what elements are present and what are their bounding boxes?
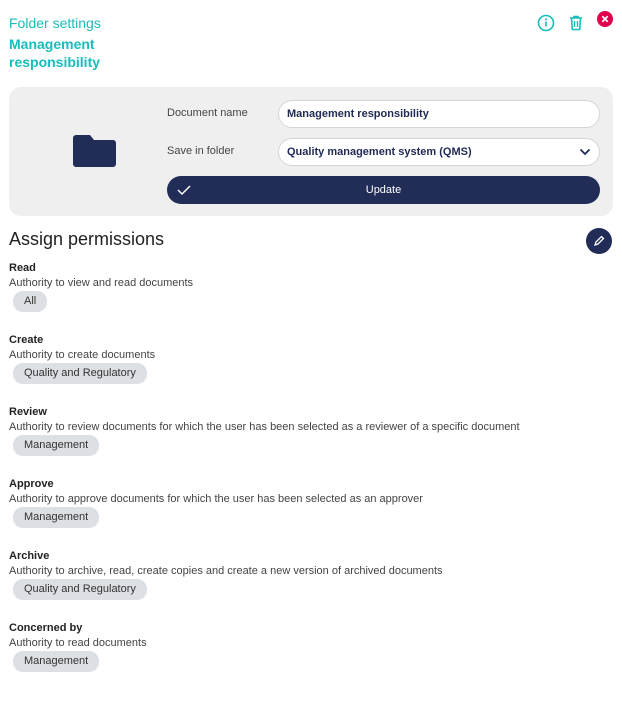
folder-name-heading: Management responsibility — [9, 36, 101, 70]
assign-permissions-heading: Assign permissions — [9, 229, 165, 249]
check-icon — [177, 185, 191, 196]
permission-title: Read — [9, 262, 36, 274]
info-icon[interactable] — [537, 14, 555, 32]
document-name-label: Document name — [167, 107, 248, 119]
permission-description: Authority to archive, read, create copie… — [9, 565, 443, 577]
permission-title: Concerned by — [9, 622, 83, 634]
permission-description: Authority to approve documents for which… — [9, 493, 423, 505]
update-label: Update — [365, 184, 402, 196]
document-name-input[interactable]: Management responsibility — [278, 100, 600, 128]
permission-description: Authority to view and read documents — [9, 277, 194, 289]
permission-title: Approve — [9, 478, 54, 490]
permission-description: Authority to create documents — [9, 349, 156, 361]
permission-concerned-by: Concerned by Authority to read documents M… — [9, 622, 147, 672]
group-chip: Quality and Regulatory — [13, 579, 147, 600]
permission-title: Archive — [9, 550, 50, 562]
permission-archive: Archive Authority to archive, read, creat… — [9, 550, 443, 600]
group-chip: Management — [13, 651, 100, 672]
save-in-folder-select[interactable]: Quality management system (QMS) — [278, 138, 600, 166]
chevron-down-icon — [579, 148, 591, 156]
close-icon[interactable] — [597, 11, 613, 27]
permission-create: Create Authority to create documents Quali… — [9, 334, 155, 384]
group-chip: Quality and Regulatory — [13, 363, 147, 384]
dialog-title: Folder settings — [9, 15, 101, 31]
document-form-panel: Document name Management responsibility … — [9, 87, 613, 216]
edit-permissions-button[interactable] — [586, 228, 612, 254]
permission-read: Read Authority to view and read documents… — [9, 262, 193, 312]
save-in-folder-label: Save in folder — [167, 145, 235, 157]
trash-icon[interactable] — [567, 14, 585, 32]
group-chip: Management — [13, 507, 100, 528]
pencil-icon — [593, 235, 605, 247]
group-chip: Management — [13, 435, 100, 456]
permission-title: Review — [9, 406, 47, 418]
folder-icon — [73, 135, 116, 172]
permission-review: Review Authority to review documents for … — [9, 406, 520, 456]
selected-folder: Quality management system (QMS) — [287, 146, 472, 158]
permission-title: Create — [9, 334, 44, 346]
group-chip: All — [13, 291, 48, 312]
permission-approve: Approve Authority to approve documents fo… — [9, 478, 423, 528]
permission-description: Authority to read documents — [9, 637, 147, 649]
permission-description: Authority to review documents for which … — [9, 421, 520, 433]
update-button[interactable]: Update — [167, 176, 600, 204]
